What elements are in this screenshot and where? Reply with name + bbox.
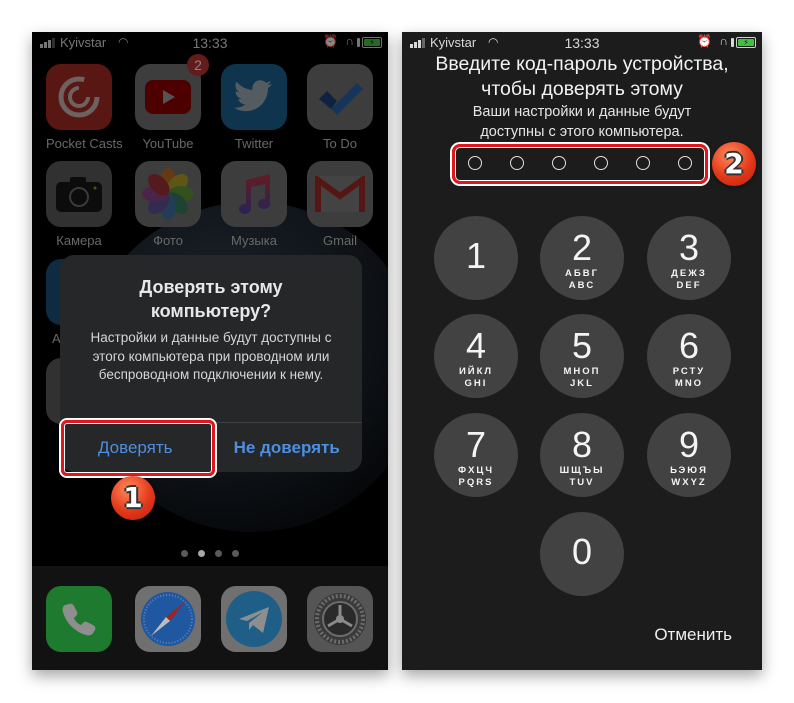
alarm-icon: ⏰ (697, 34, 712, 48)
key-digit: 2 (571, 227, 593, 268)
key-7[interactable]: 7 ФХЦЧ PQRS (434, 413, 518, 497)
key-letters-cyr: РСТУ (672, 366, 706, 377)
key-digit: 5 (571, 325, 593, 366)
key-2[interactable]: 2 АБВГ ABC (540, 216, 624, 300)
page-dot-active (198, 550, 205, 557)
key-letters-cyr: ИЙКЛ (458, 366, 494, 377)
key-letters-lat: DEF (676, 280, 702, 291)
key-digit: 8 (571, 424, 593, 465)
step-marker-2: 2 (712, 142, 756, 186)
passcode-title: Введите код-пароль устройства, чтобы дов… (402, 52, 762, 102)
key-1[interactable]: 1 (434, 216, 518, 300)
key-4[interactable]: 4 ИЙКЛ GHI (434, 314, 518, 398)
dock-safari[interactable] (135, 586, 201, 652)
settings-icon (307, 586, 373, 652)
dont-trust-button[interactable]: Не доверять (210, 423, 363, 472)
key-digit: 9 (678, 424, 700, 465)
key-digit: 0 (571, 531, 593, 572)
key-letters-cyr: ФХЦЧ (457, 465, 495, 476)
key-letters-lat: PQRS (458, 477, 494, 488)
passcode-title-text: Введите код-пароль устройства, чтобы дов… (435, 53, 729, 100)
key-digit: 7 (465, 424, 487, 465)
key-letters-lat: GHI (464, 378, 488, 389)
page-dot (181, 550, 188, 557)
key-letters-cyr: АБВГ (565, 268, 599, 279)
key-digit: 4 (465, 325, 487, 366)
phone-icon (46, 586, 112, 652)
key-8[interactable]: 8 ШЩЪЫ TUV (540, 413, 624, 497)
key-letters-lat: TUV (569, 477, 595, 488)
passcode-highlight (452, 144, 708, 184)
dock-telegram[interactable] (221, 586, 287, 652)
key-letters-cyr: МНОП (563, 366, 601, 377)
key-0[interactable]: 0 (540, 512, 624, 596)
dialog-title: Доверять этому компьютеру? (139, 277, 283, 321)
safari-icon (135, 586, 201, 652)
key-9[interactable]: 9 ЬЭЮЯ WXYZ (647, 413, 731, 497)
key-letters-lat: JKL (570, 378, 594, 389)
dock-phone[interactable] (46, 586, 112, 652)
dock-settings[interactable] (307, 586, 373, 652)
passcode-screen-phone: Kyivstar ◠ 13:33 ⏰ ∩ ⚡ Введите код-парол… (402, 32, 762, 670)
passcode-subtitle: Ваши настройки и данные будут доступны с… (402, 102, 762, 142)
dock (32, 566, 388, 670)
key-letters-cyr: ЬЭЮЯ (670, 465, 708, 476)
key-letters-lat: MNO (674, 378, 704, 389)
dialog-message: Настройки и данные будут доступны с этог… (90, 330, 332, 382)
key-digit: 1 (465, 235, 487, 276)
trust-button-highlight (61, 420, 215, 476)
cancel-button[interactable]: Отменить (654, 625, 732, 645)
key-5[interactable]: 5 МНОП JKL (540, 314, 624, 398)
key-3[interactable]: 3 ДЕЖЗ DEF (647, 216, 731, 300)
home-screen-phone: Kyivstar ◠ 13:33 ⏰ ∩ ⚡ Pocket Casts 2 Yo… (32, 32, 388, 670)
key-digit: 3 (678, 227, 700, 268)
status-bar: Kyivstar ◠ 13:33 ⏰ ∩ ⚡ (402, 32, 762, 54)
step-marker-1: 1 (111, 476, 155, 520)
battery-charging-icon: ⚡ (736, 37, 756, 48)
page-dot (232, 550, 239, 557)
telegram-icon (221, 586, 287, 652)
key-letters-cyr: ШЩЪЫ (559, 465, 605, 476)
key-letters-lat: ABC (568, 280, 596, 291)
key-6[interactable]: 6 РСТУ MNO (647, 314, 731, 398)
page-indicator[interactable] (32, 550, 388, 557)
key-digit: 6 (678, 325, 700, 366)
page-dot (215, 550, 222, 557)
orientation-lock-icon (731, 38, 734, 47)
key-letters-cyr: ДЕЖЗ (671, 268, 707, 279)
passcode-subtitle-text: Ваши настройки и данные будут доступны с… (472, 104, 692, 140)
headphones-icon: ∩ (719, 34, 728, 48)
key-letters-lat: WXYZ (671, 477, 707, 488)
